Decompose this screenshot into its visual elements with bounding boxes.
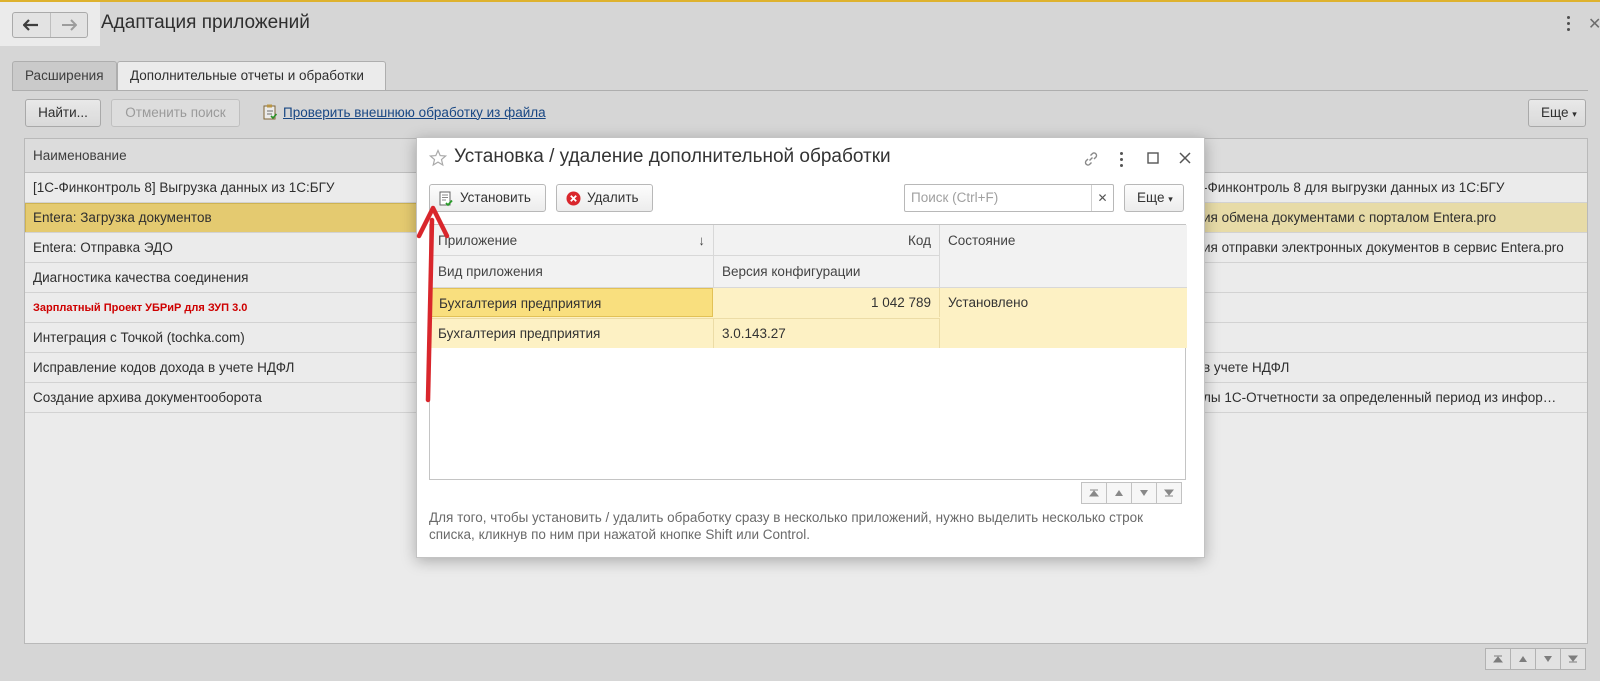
clear-search-icon[interactable]: ✕ — [1091, 185, 1113, 211]
more-vertical-icon[interactable] — [1117, 150, 1125, 168]
to-first-icon — [1089, 489, 1099, 497]
search-input[interactable]: Поиск (Ctrl+F) ✕ — [904, 184, 1114, 212]
more-label: Еще — [1137, 190, 1165, 205]
dialog-title: Установка / удаление дополнительной обра… — [454, 146, 891, 167]
to-last-icon — [1164, 489, 1174, 497]
maximize-icon[interactable] — [1145, 150, 1161, 166]
install-label: Установить — [460, 190, 531, 205]
cell-app: Бухгалтерия предприятия — [430, 288, 713, 317]
cell-config-version: 3.0.143.27 — [714, 318, 940, 348]
down-icon — [1140, 490, 1148, 496]
dialog-pager — [1081, 482, 1182, 504]
link-icon[interactable] — [1082, 150, 1100, 168]
install-doc-icon — [439, 191, 453, 207]
column-header-code[interactable]: Код — [714, 225, 940, 256]
hint-text: Для того, чтобы установить / удалить обр… — [429, 510, 1144, 542]
column-app-label: Приложение — [438, 233, 518, 248]
install-button[interactable]: Установить — [429, 184, 546, 212]
delete-circle-icon — [566, 191, 581, 206]
cell-state: Установлено — [948, 295, 1029, 310]
delete-label: Удалить — [587, 190, 639, 205]
last-page-button[interactable] — [1156, 482, 1182, 504]
column-header-app[interactable]: Приложение ↓ — [430, 225, 714, 256]
dialog-more-button[interactable]: Еще ▾ — [1124, 184, 1184, 212]
cell-app-kind: Бухгалтерия предприятия — [430, 318, 714, 348]
install-remove-dialog: Установка / удаление дополнительной обра… — [416, 137, 1205, 558]
column-header-config-version[interactable]: Версия конфигурации — [714, 256, 940, 288]
star-icon[interactable] — [429, 149, 447, 167]
column-header-app-kind[interactable]: Вид приложения — [430, 256, 714, 288]
column-header-state[interactable]: Состояние — [940, 225, 1187, 288]
next-page-button[interactable] — [1131, 482, 1157, 504]
up-icon — [1115, 490, 1123, 496]
dropdown-icon: ▾ — [1168, 194, 1173, 204]
first-page-button[interactable] — [1081, 482, 1107, 504]
prev-page-button[interactable] — [1106, 482, 1132, 504]
close-icon[interactable] — [1177, 150, 1193, 166]
sort-desc-icon: ↓ — [698, 233, 705, 248]
cell-code: 1 042 789 — [714, 288, 940, 317]
search-placeholder: Поиск (Ctrl+F) — [911, 190, 999, 205]
delete-button[interactable]: Удалить — [556, 184, 653, 212]
applications-table: Приложение ↓ Код Состояние Вид приложени… — [429, 224, 1187, 480]
